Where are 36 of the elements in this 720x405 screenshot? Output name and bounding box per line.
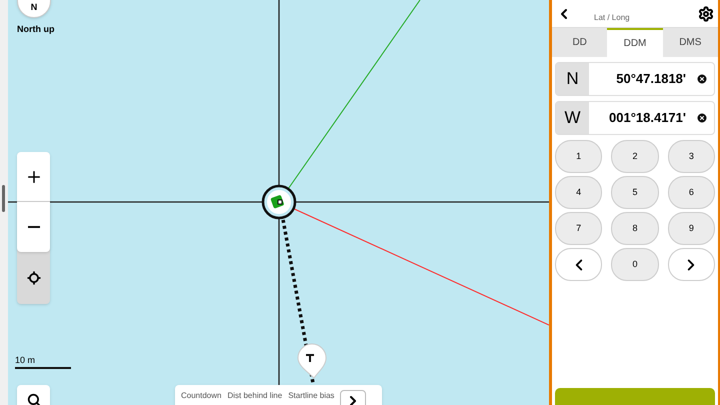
keypad-key[interactable]: 4	[555, 176, 602, 209]
clear-icon[interactable]	[696, 73, 708, 85]
zoom-in-button[interactable]	[17, 152, 50, 202]
search-icon	[26, 393, 40, 405]
compass-label: North up	[17, 23, 54, 36]
keypad-key[interactable]: 0	[611, 248, 659, 281]
coordinate-field[interactable]: N 50°47.1818'	[555, 62, 715, 96]
map-canvas[interactable]: N North up 10 m Countdown Dist behind line Startline bias	[8, 0, 549, 405]
scale-bar	[15, 367, 71, 369]
compass-icon[interactable]: N	[17, 0, 51, 18]
coordinate-value: 001°18.4171'	[608, 109, 687, 128]
keypad-key[interactable]: 9	[668, 212, 715, 245]
hemisphere-label: N	[556, 63, 589, 95]
coordinate-field[interactable]: W 001°18.4171'	[555, 101, 715, 135]
keypad-key[interactable]: 6	[668, 176, 715, 209]
info-label: Dist behind line	[227, 390, 282, 402]
locate-icon	[26, 271, 40, 285]
info-label: Startline bias	[288, 390, 334, 402]
hemisphere-label: W	[556, 102, 589, 134]
settings-icon[interactable]	[698, 6, 714, 22]
map-pin-icon[interactable]	[298, 344, 326, 378]
format-tab[interactable]: DDM	[607, 28, 663, 57]
coordinate-value: 50°47.1818'	[615, 70, 687, 88]
scroll-handle[interactable]	[2, 185, 5, 212]
boat-target-icon[interactable]	[262, 184, 296, 220]
keypad-key[interactable]: 1	[555, 140, 602, 173]
keypad-key[interactable]: 2	[611, 140, 659, 173]
keypad-key[interactable]: 3	[668, 140, 715, 173]
panel-subtitle: Lat / Long	[594, 12, 630, 24]
scale-label: 10 m	[15, 354, 36, 367]
keypad-key[interactable]: 8	[611, 212, 659, 245]
info-label: Countdown	[181, 390, 222, 402]
keypad-key[interactable]: 7	[555, 212, 602, 245]
minus-icon	[28, 226, 40, 228]
keypad-key[interactable]: 5	[611, 176, 659, 209]
clear-icon[interactable]	[696, 112, 708, 124]
